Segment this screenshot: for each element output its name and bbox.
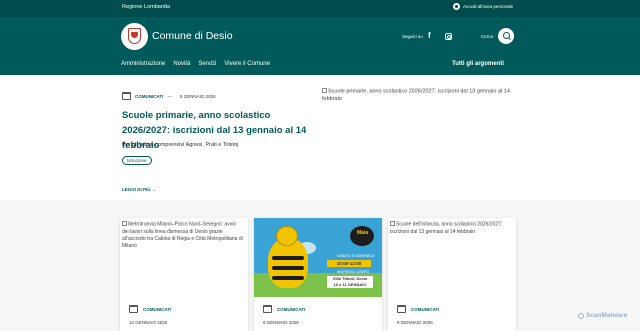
nav-item-novita[interactable]: Novità [173, 61, 190, 67]
arrow-right-icon: → [151, 187, 157, 192]
card-image-alt: Scuole dell'infanzia, anno scolastico 20… [390, 221, 503, 235]
calendar-icon [122, 92, 131, 100]
card-meta: COMUNICATI [129, 305, 171, 313]
bee-stripe [272, 276, 304, 280]
bee-stripe [272, 256, 304, 260]
calendar-icon [129, 305, 138, 313]
poster-badge [350, 226, 374, 246]
poster-badge-text: Maia [357, 230, 369, 236]
calendar-icon [397, 305, 406, 313]
instagram-icon[interactable] [445, 33, 452, 40]
poster-venue-dates: 10 e 11 GENNAIO [333, 282, 367, 287]
poster-days: SABATO E DOMENICA [337, 254, 375, 258]
news-card[interactable]: Metrotranvia Milano–Parco Nord–Seregno: … [120, 218, 248, 331]
card-meta: COMUNICATI [263, 305, 305, 313]
hero-date: 5 GENNAIO 2026 [179, 93, 216, 99]
bee-head [276, 226, 298, 246]
news-card[interactable]: Scuole dell'infanzia, anno scolastico 20… [388, 218, 516, 331]
read-more-link[interactable]: LEGGI DI PIÙ → [122, 187, 156, 192]
bee-stripe [272, 266, 304, 270]
card-image-alt: Metrotranvia Milano–Parco Nord–Seregno: … [122, 221, 243, 249]
hero-image-alt: Scuole primarie, anno scolastico 2026/20… [322, 88, 510, 102]
search-button[interactable] [498, 28, 514, 44]
topic-tag[interactable]: Istruzione [122, 156, 152, 165]
watermark-logo-icon [578, 312, 584, 319]
event-poster-image[interactable]: Maia SABATO E DOMENICA 10:00-12:00 INGRE… [254, 218, 382, 297]
region-link[interactable]: Regione Lombardia [122, 4, 170, 10]
login-label: Accedi all'area personale [463, 4, 514, 9]
news-card[interactable]: Maia SABATO E DOMENICA 10:00-12:00 INGRE… [254, 218, 382, 331]
slim-header: Regione Lombardia Accedi all'area person… [0, 0, 640, 17]
hero-subtitle: Per gli Istituti comprensivi Agnesi, Pra… [122, 142, 239, 148]
facebook-icon[interactable]: f [428, 31, 431, 40]
card-image[interactable]: Scuole dell'infanzia, anno scolastico 20… [390, 221, 512, 236]
municipality-logo[interactable] [121, 23, 148, 50]
login-link[interactable]: Accedi all'area personale [453, 3, 513, 10]
site-title[interactable]: Comune di Desio [152, 30, 233, 42]
broken-image-icon [390, 221, 395, 226]
card-meta: COMUNICATI [397, 305, 439, 313]
card-category[interactable]: COMUNICATI [411, 307, 439, 312]
main-nav: Amministrazione Novità Servizi Vivere il… [121, 61, 270, 67]
card-image[interactable]: Metrotranvia Milano–Parco Nord–Seregno: … [122, 221, 244, 250]
hero-meta: COMUNICATI — 5 GENNAIO 2026 [122, 92, 216, 100]
poster-time: 10:00-12:00 [327, 260, 371, 267]
hero-image[interactable]: Scuole primarie, anno scolastico 2026/20… [322, 88, 522, 103]
social-label: Seguici su [402, 34, 423, 39]
card-date: 8 GENNAIO 2026 [263, 320, 299, 325]
read-more-label: LEGGI DI PIÙ [122, 187, 151, 192]
poster-entry: INGRESSO LIBERO [337, 270, 370, 274]
poster-venue: Villa Tittoni, Desio 10 e 11 GENNAIO [327, 276, 373, 288]
meta-separator: — [167, 93, 172, 99]
card-category[interactable]: COMUNICATI [277, 307, 305, 312]
watermark-text: ScanMalware [586, 312, 628, 319]
broken-image-icon [122, 221, 127, 226]
watermark: ScanMalware [578, 312, 627, 319]
nav-item-servizi[interactable]: Servizi [198, 61, 216, 67]
user-icon [453, 3, 460, 10]
search-label: Cerca [481, 34, 494, 39]
calendar-icon [263, 305, 272, 313]
nav-item-vivere[interactable]: Vivere il Comune [224, 61, 270, 67]
hero-category[interactable]: COMUNICATI [135, 94, 163, 99]
card-date: 8 GENNAIO 2026 [397, 320, 433, 325]
nav-item-amministrazione[interactable]: Amministrazione [121, 61, 165, 67]
coat-of-arms-icon [128, 28, 141, 44]
card-category[interactable]: COMUNICATI [143, 307, 171, 312]
site-header: Comune di Desio Seguici su f Cerca Ammin… [0, 17, 640, 75]
all-topics-link[interactable]: Tutti gli argomenti [452, 61, 504, 67]
broken-image-icon [322, 88, 327, 93]
card-date: 12 GENNAIO 2026 [129, 320, 168, 325]
